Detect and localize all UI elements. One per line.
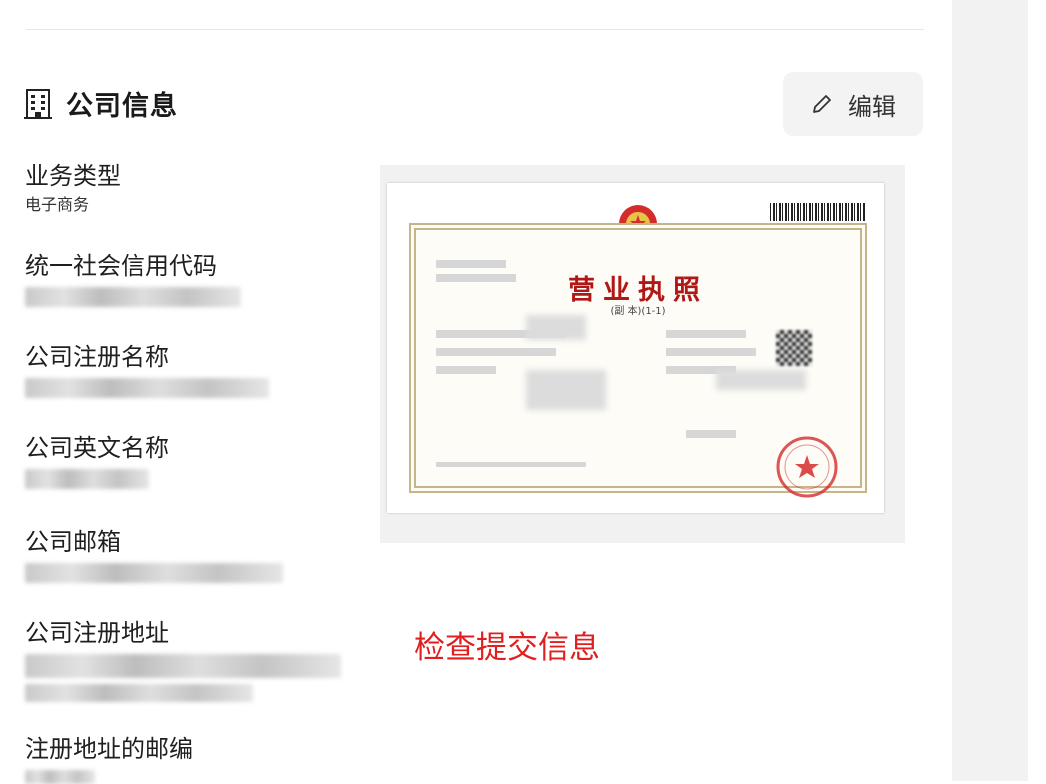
license-text-line [436,462,586,467]
section-header: 公司信息 [24,84,178,123]
right-side-panel [952,0,1028,781]
license-text-line [686,430,736,438]
field-english-name: 公司英文名称 [25,433,169,489]
qr-code [776,330,812,366]
registered-address-value-redacted [25,654,341,678]
pencil-icon [810,92,834,116]
license-text-line [666,330,746,338]
email-label: 公司邮箱 [25,528,121,556]
top-divider [26,29,924,30]
english-name-value-redacted [25,469,149,489]
email-value-redacted [25,563,283,583]
registered-address-label: 公司注册地址 [25,619,169,647]
license-subtitle: (副 本)(1-1) [610,306,666,317]
business-type-label: 业务类型 [25,162,121,190]
field-credit-code: 统一社会信用代码 [25,251,241,307]
registered-name-value-redacted [25,378,269,398]
field-registered-address: 公司注册地址 [25,618,341,702]
license-text-line [436,348,556,356]
review-annotation: 检查提交信息 [414,630,600,666]
barcode [770,203,866,221]
field-postcode: 注册地址的邮编 [25,734,193,784]
license-redaction [716,370,806,390]
building-icon [24,87,54,121]
field-registered-name: 公司注册名称 [25,342,269,398]
license-paper: 营业执照 (副 本)(1-1) [387,183,884,513]
credit-code-label: 统一社会信用代码 [25,252,217,280]
license-redaction [526,315,586,340]
license-text-line [436,366,496,374]
registered-address-value-redacted-2 [25,684,253,702]
field-email: 公司邮箱 [25,527,283,583]
license-text-line [436,274,516,282]
business-license-image[interactable]: 营业执照 (副 本)(1-1) [380,165,905,543]
license-text-line [436,260,506,268]
official-seal-icon [776,436,838,498]
english-name-label: 公司英文名称 [25,434,169,462]
postcode-label: 注册地址的邮编 [25,735,193,763]
license-redaction [526,370,606,410]
section-title: 公司信息 [66,91,178,122]
edit-button[interactable]: 编辑 [783,72,923,136]
credit-code-value-redacted [25,287,241,307]
license-text-line [666,348,756,356]
edit-button-label: 编辑 [848,92,896,121]
postcode-value-redacted [25,770,95,784]
field-business-type: 业务类型 电子商务 [25,161,121,215]
business-type-value: 电子商务 [25,195,90,214]
registered-name-label: 公司注册名称 [25,343,169,371]
